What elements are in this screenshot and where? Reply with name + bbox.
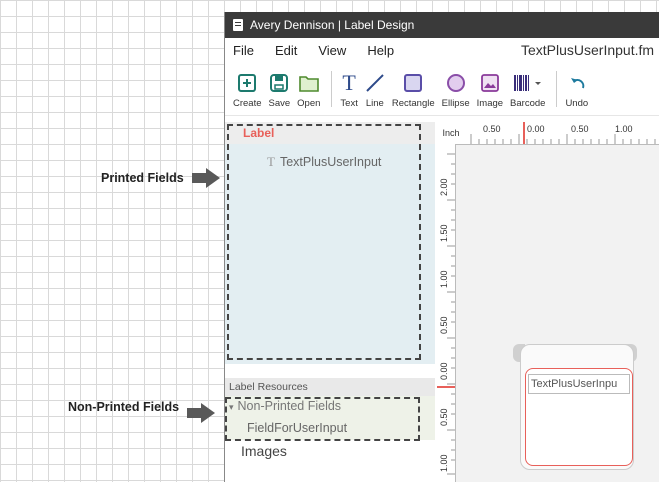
menu-view[interactable]: View	[318, 43, 346, 58]
label-resources-title: Label Resources	[229, 381, 308, 393]
nonprinted-fields-highlight	[225, 397, 420, 441]
rectangle-tool-icon	[404, 71, 423, 95]
v-tick-label: 1.50	[439, 224, 449, 242]
ellipse-tool-icon	[446, 71, 466, 95]
label-preview[interactable]: TextPlusUserInpu	[513, 344, 637, 470]
toolbar: Create Save Open T Text Line Rectangle E…	[225, 62, 659, 116]
h-tick-label: 0.50	[483, 124, 501, 134]
app-document-icon	[233, 19, 243, 31]
v-tick-label: 0.50	[439, 316, 449, 334]
printed-fields-highlight	[227, 124, 421, 360]
barcode-tool-label: Barcode	[510, 98, 546, 109]
toolbar-separator	[556, 71, 558, 107]
label-face[interactable]: TextPlusUserInpu	[525, 368, 633, 466]
label-resources-header: Label Resources	[225, 378, 435, 396]
folder-icon	[298, 71, 319, 95]
v-tick-label: 1.00	[439, 270, 449, 288]
ellipse-tool-button[interactable]: Ellipse	[442, 71, 470, 109]
horizontal-ruler: 0.50 0.00 0.50 1.00	[465, 122, 659, 145]
undo-icon	[568, 71, 586, 95]
image-tool-label: Image	[476, 98, 504, 109]
save-button[interactable]: Save	[268, 71, 291, 109]
ruler-unit[interactable]: Inch	[437, 122, 466, 145]
line-tool-button[interactable]: Line	[365, 71, 385, 109]
rectangle-tool-button[interactable]: Rectangle	[392, 71, 435, 109]
image-tool-icon	[480, 71, 499, 95]
v-tick-label: 0.00	[439, 362, 449, 380]
open-button[interactable]: Open	[297, 71, 320, 109]
toolbar-separator	[331, 71, 333, 107]
create-label: Create	[233, 98, 262, 109]
title-bar: Avery Dennison | Label Design	[225, 12, 659, 38]
app-window: Avery Dennison | Label Design File Edit …	[224, 12, 659, 482]
barcode-tool-button[interactable]: Barcode	[510, 71, 545, 109]
h-tick-label: 0.50	[571, 124, 589, 134]
label-text-field-value: TextPlusUserInpu	[531, 378, 618, 390]
h-origin-marker	[523, 122, 525, 144]
text-tool-icon: T	[342, 70, 356, 95]
h-tick-label: 1.00	[615, 124, 633, 134]
barcode-icon	[513, 71, 543, 95]
vertical-ruler: 2.00 1.50 1.00 0.50 0.00 0.50 1.00	[437, 144, 456, 482]
image-tool-button[interactable]: Image	[477, 71, 503, 109]
nonprinted-fields-callout: Non-Printed Fields	[68, 397, 217, 423]
line-tool-label: Line	[365, 98, 384, 109]
line-tool-icon	[365, 71, 385, 95]
save-icon	[270, 71, 289, 95]
arrow-right-icon	[191, 168, 222, 188]
v-origin-marker	[437, 386, 455, 388]
menu-file[interactable]: File	[233, 43, 254, 58]
save-label: Save	[268, 98, 291, 109]
open-label: Open	[297, 98, 321, 109]
design-canvas[interactable]: Inch 0.50 0.00 0.50 1.00 2.00 1.50 1.00 …	[437, 122, 659, 482]
create-button[interactable]: Create	[233, 71, 262, 109]
h-tick-label: 0.00	[527, 124, 545, 134]
rectangle-tool-label: Rectangle	[391, 98, 435, 109]
undo-button[interactable]: Undo	[565, 71, 588, 109]
document-filename: TextPlusUserInput.fm	[521, 42, 655, 58]
undo-label: Undo	[565, 98, 589, 109]
arrow-right-icon	[187, 403, 217, 423]
images-section[interactable]: Images	[225, 443, 435, 459]
nonprinted-fields-label: Non-Printed Fields	[68, 400, 180, 414]
menu-help[interactable]: Help	[367, 43, 394, 58]
printed-fields-callout: Printed Fields	[101, 168, 222, 188]
printed-fields-label: Printed Fields	[101, 171, 184, 185]
v-tick-label: 1.00	[439, 454, 449, 472]
text-tool-label: Text	[340, 98, 358, 109]
v-tick-label: 2.00	[439, 178, 449, 196]
window-title: Avery Dennison | Label Design	[250, 18, 415, 32]
create-icon	[238, 71, 257, 95]
text-tool-button[interactable]: T Text	[340, 70, 358, 109]
menu-edit[interactable]: Edit	[275, 43, 297, 58]
v-tick-label: 0.50	[439, 408, 449, 426]
ellipse-tool-label: Ellipse	[441, 98, 470, 109]
menu-bar: File Edit View Help TextPlusUserInput.fm	[225, 38, 659, 62]
